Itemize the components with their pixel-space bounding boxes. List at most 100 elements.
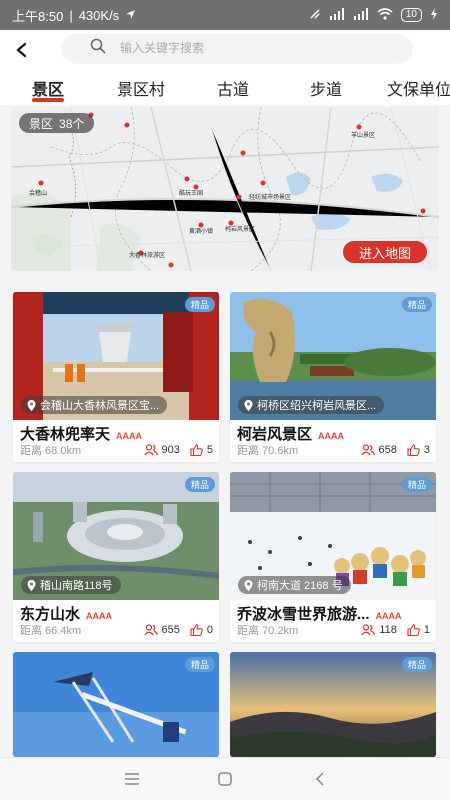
card-photo: 会稽山大香林风景区宝... 精品 — [13, 292, 219, 420]
users-icon — [143, 444, 158, 456]
home-square-icon — [218, 772, 232, 786]
tab-scenic[interactable]: 景区 — [32, 76, 64, 100]
scenic-name: 大香林兜率天 — [20, 426, 111, 443]
card-photo: 精品 — [13, 652, 219, 757]
charging-icon — [430, 7, 438, 23]
scenic-card[interactable]: 精品 — [13, 652, 219, 757]
scenic-card[interactable]: 会稽山大香林风景区宝... 精品 大香林兜率天 AAAA 距离 68.0km 9… — [13, 292, 219, 462]
map-pin-label: 黄酒小镇 — [189, 227, 213, 235]
map-pin-label: 会稽山 — [29, 189, 47, 197]
rating-badge: AAAA — [318, 431, 345, 441]
card-photo: 柯桥区绍兴柯岩风景区... 精品 — [230, 292, 436, 420]
followers-count: 903 — [161, 444, 180, 456]
likes-count: 3 — [423, 444, 430, 456]
likes-count: 5 — [206, 444, 213, 456]
system-back-button[interactable] — [305, 766, 335, 792]
status-bar: 上午8:50 | 430K/s 10 — [0, 0, 450, 30]
followers-count: 658 — [378, 444, 397, 456]
category-tabs: 景区 景区村 古道 步道 文保单位 — [0, 70, 450, 105]
system-nav-bar — [0, 757, 450, 800]
rating-badge: AAAA — [375, 611, 402, 621]
tab-scenic-village[interactable]: 景区村 — [117, 76, 165, 100]
map-badge-count: 38个 — [59, 116, 85, 131]
menu-button[interactable] — [117, 766, 147, 792]
likes-stat[interactable]: 1 — [407, 624, 430, 636]
distance-text: 距离 70.6km — [237, 445, 299, 457]
followers-stat[interactable]: 118 — [361, 624, 397, 636]
map-preview[interactable]: 羊山景区 酷玩王国 会稽山 黄酒小镇 轻纺城市场景区 柯岩风景区 大香林旅游区 景区 38个… — [11, 107, 439, 271]
location-text: 稽山南路118号 — [40, 580, 113, 592]
chevron-left-icon — [16, 42, 27, 58]
rating-badge: AAAA — [116, 431, 143, 441]
battery-icon: 10 — [400, 8, 422, 22]
location-text: 柯南大道 2168 号 — [257, 580, 343, 592]
location-arrow-icon — [125, 8, 136, 23]
status-speed: 430K/s — [78, 7, 120, 23]
likes-stat[interactable]: 5 — [190, 444, 213, 456]
followers-stat[interactable]: 903 — [143, 444, 180, 456]
signal-icon-2 — [353, 7, 369, 23]
map-pin-label: 轻纺城市场景区 — [249, 193, 291, 201]
card-photo: 柯南大道 2168 号 精品 — [230, 472, 436, 600]
back-button[interactable] — [2, 30, 42, 70]
likes-count: 1 — [423, 624, 430, 636]
map-pin-label: 酷玩王国 — [179, 189, 203, 197]
distance-text: 距离 68.0km — [20, 445, 82, 457]
header — [0, 30, 450, 70]
home-button[interactable] — [210, 766, 240, 792]
signal-icon-1 — [329, 7, 345, 23]
users-icon — [361, 624, 376, 636]
premium-badge: 精品 — [401, 657, 432, 672]
scenic-card[interactable]: 精品 — [230, 652, 436, 757]
followers-count: 655 — [161, 624, 180, 636]
premium-badge: 精品 — [184, 477, 215, 492]
scenic-name: 东方山水 — [20, 606, 81, 623]
users-icon — [360, 444, 375, 456]
likes-stat[interactable]: 3 — [407, 444, 430, 456]
scenic-name: 乔波冰雪世界旅游... — [237, 606, 370, 623]
premium-badge: 精品 — [401, 297, 432, 312]
wifi-icon — [377, 7, 393, 23]
thumbs-up-icon — [407, 444, 420, 456]
search-bar[interactable] — [62, 34, 412, 62]
users-icon — [143, 624, 158, 636]
likes-stat[interactable]: 0 — [190, 624, 213, 636]
location-tag: 柯南大道 2168 号 — [238, 576, 351, 594]
premium-badge: 精品 — [184, 297, 215, 312]
likes-count: 0 — [206, 624, 213, 636]
scenic-card[interactable]: 稽山南路118号 精品 东方山水 AAAA 距离 66.4km 655 0 — [13, 472, 219, 642]
premium-badge: 精品 — [184, 657, 215, 672]
tab-heritage[interactable]: 文保单位 — [387, 76, 450, 100]
thumbs-up-icon — [407, 624, 420, 636]
scenic-card[interactable]: 柯桥区绍兴柯岩风景区... 精品 柯岩风景区 AAAA 距离 70.6km 65… — [230, 292, 436, 462]
card-photo: 精品 — [230, 652, 436, 757]
active-tab-indicator — [32, 98, 64, 102]
location-pin-icon — [27, 579, 36, 591]
back-arrow-icon — [315, 772, 324, 786]
enter-map-button[interactable]: 进入地图 — [342, 241, 427, 263]
map-pin-label: 柯岩风景区 — [225, 225, 255, 233]
tab-ancient-road[interactable]: 古道 — [217, 76, 249, 100]
distance-text: 距离 66.4km — [20, 625, 82, 637]
status-time: 上午8:50 — [12, 8, 64, 24]
location-pin-icon — [27, 399, 36, 411]
scenic-count-badge: 景区 38个 — [19, 113, 95, 133]
followers-stat[interactable]: 655 — [143, 624, 180, 636]
card-photo: 稽山南路118号 精品 — [13, 472, 219, 600]
search-icon — [90, 38, 106, 59]
map-pin-label: 羊山景区 — [351, 131, 375, 139]
distance-text: 距离 70.2km — [237, 625, 299, 637]
thumbs-up-icon — [190, 624, 203, 636]
location-pin-icon — [244, 579, 253, 591]
scenic-card[interactable]: 柯南大道 2168 号 精品 乔波冰雪世界旅游... AAAA 距离 70.2k… — [230, 472, 436, 642]
search-input[interactable] — [120, 41, 380, 55]
vibrate-icon — [309, 8, 321, 23]
tab-trail[interactable]: 步道 — [310, 76, 342, 100]
map-badge-label: 景区 — [29, 116, 54, 131]
location-tag: 稽山南路118号 — [21, 576, 121, 594]
premium-badge: 精品 — [401, 477, 432, 492]
menu-icon — [125, 773, 139, 785]
followers-count: 118 — [379, 624, 397, 636]
location-text: 会稽山大香林风景区宝... — [40, 400, 160, 412]
followers-stat[interactable]: 658 — [360, 444, 397, 456]
